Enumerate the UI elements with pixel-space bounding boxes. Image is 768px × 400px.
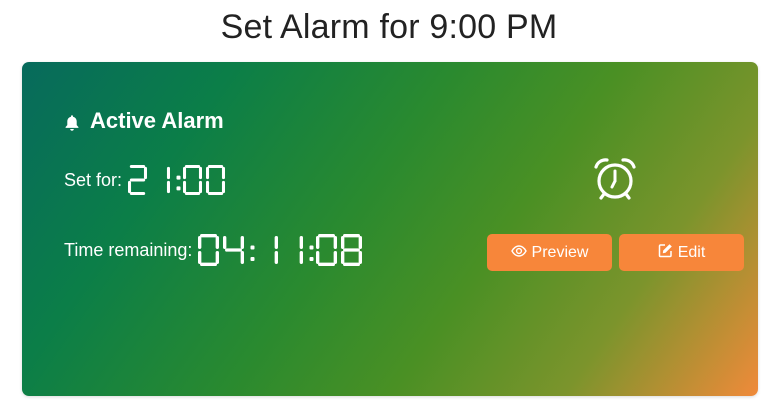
page: Set Alarm for 9:00 PM Active Alarm Set f… — [0, 0, 768, 400]
digit — [206, 165, 226, 195]
preview-button[interactable]: Preview — [487, 234, 612, 271]
active-alarm-card: Active Alarm Set for: Time remaining: Pr… — [22, 62, 758, 396]
edit-icon — [658, 243, 673, 263]
preview-button-label: Preview — [531, 243, 589, 261]
digit-separator — [176, 175, 181, 191]
alarm-clock-icon — [590, 154, 640, 204]
digit — [316, 234, 338, 266]
edit-button-label: Edit — [677, 243, 706, 261]
digit — [275, 236, 279, 264]
digit-separator — [250, 245, 255, 261]
page-title: Set Alarm for 9:00 PM — [220, 8, 558, 46]
edit-button[interactable]: Edit — [619, 234, 744, 271]
digit — [198, 234, 220, 266]
time-remaining-label: Time remaining: — [64, 239, 193, 260]
digit — [223, 236, 245, 264]
set-for-time — [128, 165, 229, 195]
digit — [128, 165, 148, 195]
set-for-row: Set for: — [64, 165, 229, 195]
digit — [166, 166, 171, 194]
set-for-label: Set for: — [64, 169, 123, 190]
digit-separator — [309, 245, 314, 261]
bell-icon — [64, 112, 80, 131]
card-heading: Active Alarm — [64, 108, 224, 134]
digit — [300, 236, 304, 264]
digit — [341, 234, 363, 266]
eye-icon — [510, 244, 527, 262]
time-remaining-row: Time remaining: — [64, 234, 366, 266]
card-heading-label: Active Alarm — [90, 108, 224, 133]
digit — [183, 165, 203, 195]
time-remaining-countdown — [198, 234, 366, 266]
